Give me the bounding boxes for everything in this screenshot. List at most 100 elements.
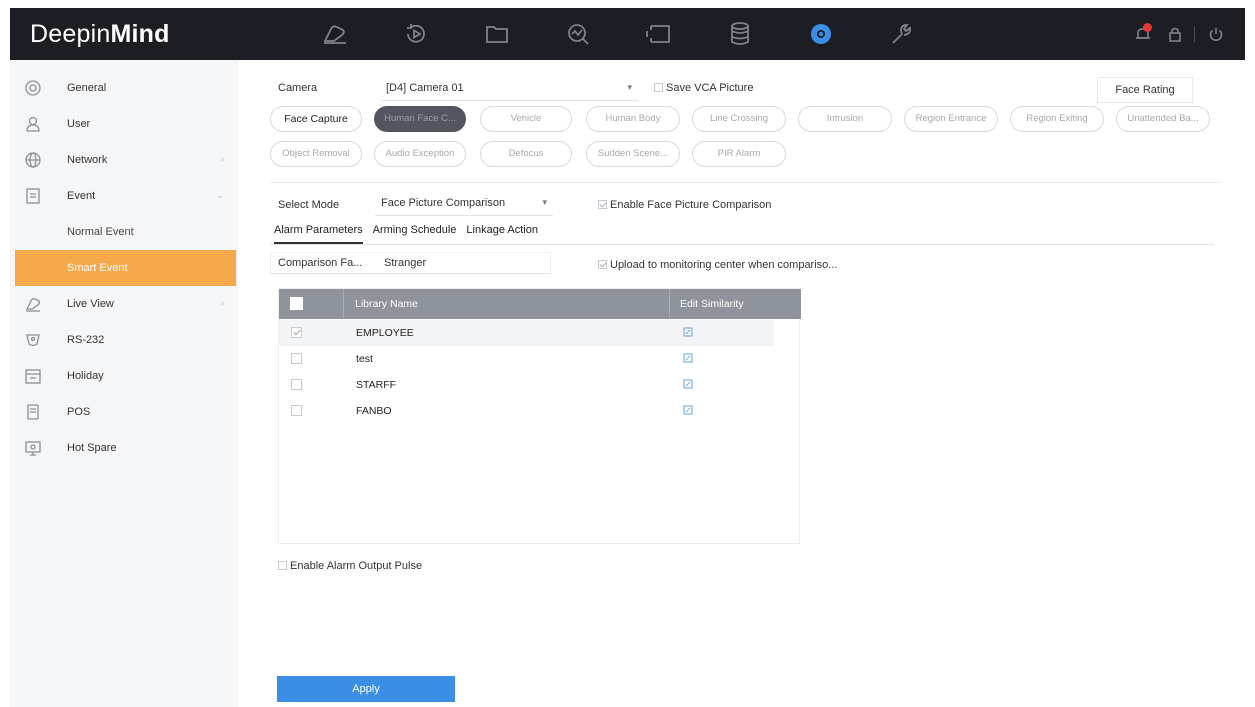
library-name-cell: EMPLOYEE xyxy=(356,327,414,339)
select-mode-value: Face Picture Comparison xyxy=(381,197,506,209)
pill-region-entrance[interactable]: Region Entrance xyxy=(904,106,998,132)
alarm-badge xyxy=(1143,23,1152,32)
tab-bar: Alarm Parameters Arming Schedule Linkage… xyxy=(274,224,548,244)
edit-icon[interactable] xyxy=(683,327,693,337)
sidebar-item-general[interactable]: General xyxy=(10,70,238,106)
configuration-icon[interactable] xyxy=(806,19,836,49)
camera-row: Camera [D4] Camera 01 ▾ Save VCA Picture… xyxy=(278,77,1193,103)
upload-center-checkbox[interactable]: Upload to monitoring center when compari… xyxy=(598,259,837,271)
tab-underline xyxy=(270,244,1214,245)
pill-human-body[interactable]: Human Body xyxy=(586,106,680,132)
caret-icon: ▾ xyxy=(627,82,632,92)
sidebar-item-holiday[interactable]: Holiday xyxy=(10,358,238,394)
sidebar-subitem-smart-event[interactable]: Smart Event xyxy=(15,250,236,286)
tab-alarm-parameters[interactable]: Alarm Parameters xyxy=(274,224,363,244)
event-icon xyxy=(24,187,42,205)
sidebar-item-label: User xyxy=(67,118,91,130)
playback-icon[interactable] xyxy=(401,19,431,49)
row-checkbox[interactable] xyxy=(291,353,302,364)
pill-defocus[interactable]: Defocus xyxy=(480,141,572,167)
table-header: Library Name Edit Similarity xyxy=(279,289,801,319)
live-view-icon[interactable] xyxy=(320,19,350,49)
caret-icon: ▾ xyxy=(542,197,547,207)
pill-audio-exception[interactable]: Audio Exception xyxy=(374,141,466,167)
chevron-right-icon: › xyxy=(221,298,224,308)
table-row[interactable]: test xyxy=(279,346,774,372)
checkbox-icon xyxy=(598,200,607,209)
lock-icon[interactable] xyxy=(1164,23,1186,45)
table-row[interactable]: STARFF xyxy=(279,372,774,398)
sidebar-item-live-view[interactable]: Live View › xyxy=(10,286,238,322)
camera-select-value: [D4] Camera 01 xyxy=(386,82,464,94)
alarm-output-pulse-label: Enable Alarm Output Pulse xyxy=(290,560,423,572)
edit-icon[interactable] xyxy=(683,405,693,415)
edit-similarity-header: Edit Similarity xyxy=(680,298,744,310)
pill-line-crossing[interactable]: Line Crossing xyxy=(692,106,786,132)
apply-button[interactable]: Apply xyxy=(277,676,455,702)
sidebar-item-user[interactable]: User xyxy=(10,106,238,142)
general-icon xyxy=(24,79,42,97)
save-vca-checkbox[interactable]: Save VCA Picture xyxy=(654,82,753,94)
pill-intrusion[interactable]: Intrusion xyxy=(798,106,892,132)
edit-icon[interactable] xyxy=(683,379,693,389)
row-checkbox[interactable] xyxy=(291,405,302,416)
checkbox-icon xyxy=(598,260,607,269)
pill-unattended-baggage[interactable]: Unattended Ba... xyxy=(1116,106,1210,132)
comparison-label: Comparison Fa... xyxy=(278,257,363,269)
user-icon xyxy=(24,115,42,133)
row-checkbox[interactable] xyxy=(291,379,302,390)
sidebar-item-label: RS-232 xyxy=(67,334,105,346)
pill-face-capture[interactable]: Face Capture xyxy=(270,106,362,132)
power-icon[interactable] xyxy=(1205,23,1227,45)
pill-human-face-comparison[interactable]: Human Face C... xyxy=(374,106,466,132)
maintenance-icon[interactable] xyxy=(887,19,917,49)
pill-object-removal[interactable]: Object Removal xyxy=(270,141,362,167)
table-row[interactable]: EMPLOYEE xyxy=(279,320,774,346)
pill-region-exiting[interactable]: Region Exiting xyxy=(1010,106,1104,132)
sidebar-item-hot-spare[interactable]: Hot Spare xyxy=(10,430,238,466)
select-mode-dropdown[interactable]: Face Picture Comparison ▾ xyxy=(375,192,553,216)
file-management-icon[interactable] xyxy=(482,19,512,49)
sidebar-item-pos[interactable]: POS xyxy=(10,394,238,430)
sidebar-item-label: Holiday xyxy=(67,370,104,382)
pill-vehicle[interactable]: Vehicle xyxy=(480,106,572,132)
display-icon[interactable] xyxy=(644,19,674,49)
alarm-output-pulse-checkbox[interactable]: Enable Alarm Output Pulse xyxy=(278,560,422,572)
table-row[interactable]: FANBO xyxy=(279,398,774,424)
column-divider xyxy=(669,289,670,319)
pill-sudden-scene-change[interactable]: Sudden Scene... xyxy=(586,141,680,167)
sidebar-item-event[interactable]: Event ⌄ xyxy=(10,178,238,214)
top-bar: DeepinMind xyxy=(10,8,1245,60)
alarm-bell-icon[interactable] xyxy=(1132,23,1154,45)
storage-icon[interactable] xyxy=(725,19,755,49)
tab-linkage-action[interactable]: Linkage Action xyxy=(466,224,538,244)
enable-comparison-checkbox[interactable]: Enable Face Picture Comparison xyxy=(598,199,771,211)
sidebar-subitem-normal-event[interactable]: Normal Event xyxy=(10,214,238,250)
tab-arming-schedule[interactable]: Arming Schedule xyxy=(373,224,457,244)
sidebar-item-network[interactable]: Network › xyxy=(10,142,238,178)
comparison-value[interactable]: Stranger xyxy=(384,257,426,269)
checkbox-icon xyxy=(654,83,663,92)
sidebar-item-rs232[interactable]: RS-232 xyxy=(10,322,238,358)
pill-pir-alarm[interactable]: PIR Alarm xyxy=(692,141,786,167)
main-panel: Camera [D4] Camera 01 ▾ Save VCA Picture… xyxy=(238,60,1245,707)
camera-select[interactable]: [D4] Camera 01 ▾ xyxy=(380,77,638,101)
smart-analysis-icon[interactable] xyxy=(563,19,593,49)
chevron-down-icon: ⌄ xyxy=(216,190,224,200)
library-name-cell: test xyxy=(356,353,373,365)
select-all-checkbox[interactable] xyxy=(290,297,303,310)
holiday-icon xyxy=(24,367,42,385)
face-rating-button[interactable]: Face Rating xyxy=(1097,77,1193,103)
library-table: Library Name Edit Similarity EMPLOYEE te… xyxy=(278,288,801,544)
camera-label: Camera xyxy=(278,82,318,94)
pos-icon xyxy=(24,403,42,421)
row-checkbox[interactable] xyxy=(291,327,302,338)
upload-center-label: Upload to monitoring center when compari… xyxy=(610,259,838,271)
save-vca-label: Save VCA Picture xyxy=(666,82,754,94)
library-name-cell: STARFF xyxy=(356,379,397,391)
edit-icon[interactable] xyxy=(683,353,693,363)
comparison-field: Comparison Fa... Stranger xyxy=(270,252,551,274)
column-divider xyxy=(343,289,344,319)
hot-spare-icon xyxy=(24,439,42,457)
top-right-controls xyxy=(1122,8,1227,60)
